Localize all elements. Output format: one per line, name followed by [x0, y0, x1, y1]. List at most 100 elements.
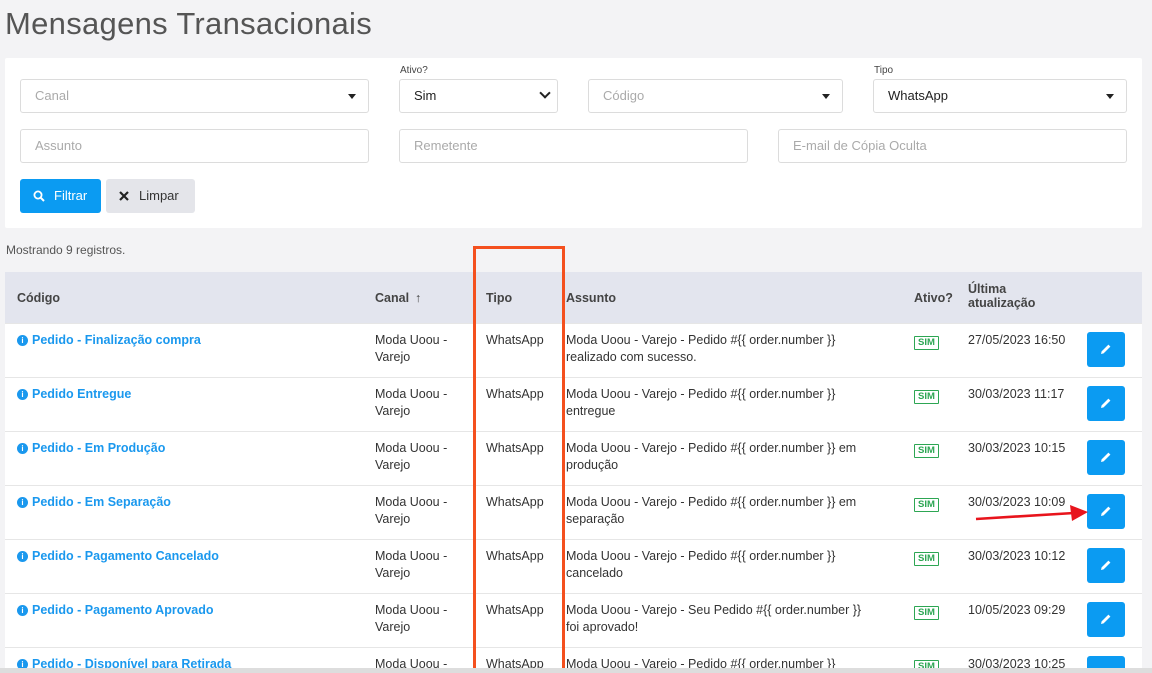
tipo-cell: WhatsApp — [486, 333, 544, 347]
codigo-link[interactable]: Pedido - Pagamento Cancelado — [32, 549, 219, 563]
caret-down-icon — [348, 94, 356, 99]
header-atualizacao[interactable]: Última atualização — [968, 282, 1035, 310]
edit-button[interactable] — [1087, 494, 1125, 529]
assunto-input[interactable]: Assunto — [20, 129, 369, 163]
table-row: i Pedido - Pagamento Aprovado Moda Uoou - V… — [5, 593, 1142, 647]
tipo-value: WhatsApp — [888, 88, 948, 103]
codigo-cell[interactable]: i Pedido - Finalização compra — [17, 332, 201, 349]
tipo-cell: WhatsApp — [486, 495, 544, 509]
codigo-cell[interactable]: i Pedido - Pagamento Cancelado — [17, 548, 219, 565]
clear-button[interactable]: Limpar — [106, 179, 195, 213]
assunto-line2: separação — [566, 512, 625, 526]
edit-button[interactable] — [1087, 332, 1125, 367]
header-codigo[interactable]: Código — [17, 291, 60, 305]
table-row: i Pedido - Pagamento Cancelado Moda Uoou -… — [5, 539, 1142, 593]
codigo-cell[interactable]: i Pedido - Em Separação — [17, 494, 171, 511]
canal-cell: Moda Uoou - Varejo — [375, 332, 447, 366]
assunto-line2: foi aprovado! — [566, 620, 639, 634]
search-icon — [33, 190, 45, 202]
edit-button[interactable] — [1087, 602, 1125, 637]
table-header: Código Canal ↑ Tipo Assunto Ativo? Última… — [5, 272, 1142, 323]
canal-cell: Moda Uoou - Varejo — [375, 440, 447, 474]
codigo-link[interactable]: Pedido - Pagamento Aprovado — [32, 603, 214, 617]
assunto-line1: Moda Uoou - Varejo - Pedido #{{ order.nu… — [566, 441, 857, 455]
pencil-icon — [1101, 560, 1111, 570]
canal-select[interactable]: Canal — [20, 79, 369, 113]
ativo-select[interactable]: Sim — [399, 79, 558, 113]
bcc-placeholder: E-mail de Cópia Oculta — [793, 138, 927, 153]
canal-line1: Moda Uoou - — [375, 495, 448, 509]
table-row: i Pedido - Finalização compra Moda Uoou - V… — [5, 323, 1142, 377]
canal-cell: Moda Uoou - Varejo — [375, 386, 447, 420]
codigo-link[interactable]: Pedido - Finalização compra — [32, 333, 201, 347]
canal-line1: Moda Uoou - — [375, 441, 448, 455]
header-canal[interactable]: Canal ↑ — [375, 291, 421, 305]
header-assunto[interactable]: Assunto — [566, 291, 616, 305]
chevron-down-icon — [539, 87, 551, 99]
canal-line2: Varejo — [375, 620, 411, 634]
info-icon[interactable]: i — [17, 551, 28, 562]
tipo-cell: WhatsApp — [486, 603, 544, 617]
filter-button[interactable]: Filtrar — [20, 179, 101, 213]
codigo-cell[interactable]: i Pedido Entregue — [17, 386, 131, 403]
edit-button[interactable] — [1087, 386, 1125, 421]
header-atualizacao-line1: Última — [968, 282, 1007, 296]
tipo-label: Tipo — [874, 65, 894, 76]
header-tipo[interactable]: Tipo — [486, 291, 512, 305]
edit-button[interactable] — [1087, 440, 1125, 475]
assunto-cell: Moda Uoou - Varejo - Pedido #{{ order.nu… — [566, 386, 835, 420]
header-ativo[interactable]: Ativo? — [914, 291, 953, 305]
atualizacao-cell: 10/05/2023 09:29 — [968, 603, 1066, 617]
page-title: Mensagens Transacionais — [5, 6, 373, 41]
assunto-line2: cancelado — [566, 566, 623, 580]
assunto-cell: Moda Uoou - Varejo - Pedido #{{ order.nu… — [566, 440, 856, 474]
status-badge: SIM — [914, 390, 939, 404]
atualizacao-cell: 30/03/2023 10:09 — [968, 495, 1066, 509]
assunto-line2: realizado com sucesso. — [566, 350, 697, 364]
info-icon[interactable]: i — [17, 497, 28, 508]
messages-table: Código Canal ↑ Tipo Assunto Ativo? Última… — [5, 272, 1142, 673]
codigo-link[interactable]: Pedido Entregue — [32, 387, 131, 401]
codigo-cell[interactable]: i Pedido - Pagamento Aprovado — [17, 602, 214, 619]
ativo-value: Sim — [414, 88, 437, 103]
assunto-line2: entregue — [566, 404, 616, 418]
assunto-cell: Moda Uoou - Varejo - Seu Pedido #{{ orde… — [566, 602, 861, 636]
assunto-line1: Moda Uoou - Varejo - Pedido #{{ order.nu… — [566, 387, 836, 401]
remetente-input[interactable]: Remetente — [399, 129, 748, 163]
assunto-cell: Moda Uoou - Varejo - Pedido #{{ order.nu… — [566, 548, 835, 582]
info-icon[interactable]: i — [17, 389, 28, 400]
clear-button-label: Limpar — [139, 188, 179, 203]
close-icon — [119, 191, 129, 201]
canal-line1: Moda Uoou - — [375, 387, 448, 401]
header-canal-label: Canal — [375, 291, 410, 305]
info-icon[interactable]: i — [17, 335, 28, 346]
atualizacao-cell: 30/03/2023 10:12 — [968, 549, 1066, 563]
canal-line2: Varejo — [375, 350, 411, 364]
tipo-select[interactable]: WhatsApp — [873, 79, 1127, 113]
atualizacao-cell: 27/05/2023 16:50 — [968, 333, 1066, 347]
assunto-line2: produção — [566, 458, 619, 472]
tipo-cell: WhatsApp — [486, 549, 544, 563]
table-row: i Pedido - Em Produção Moda Uoou - Varejo Wh… — [5, 431, 1142, 485]
edit-button[interactable] — [1087, 548, 1125, 583]
canal-line2: Varejo — [375, 512, 411, 526]
codigo-select[interactable]: Código — [588, 79, 843, 113]
info-icon[interactable]: i — [17, 443, 28, 454]
assunto-cell: Moda Uoou - Varejo - Pedido #{{ order.nu… — [566, 494, 856, 528]
horizontal-scrollbar[interactable] — [0, 668, 1152, 673]
canal-cell: Moda Uoou - Varejo — [375, 548, 447, 582]
tipo-cell: WhatsApp — [486, 441, 544, 455]
status-badge: SIM — [914, 444, 939, 458]
pencil-icon — [1101, 344, 1111, 354]
sort-ascending-icon: ↑ — [415, 291, 422, 305]
info-icon[interactable]: i — [17, 605, 28, 616]
status-badge: SIM — [914, 606, 939, 620]
codigo-link[interactable]: Pedido - Em Separação — [32, 495, 171, 509]
filter-button-label: Filtrar — [54, 188, 88, 203]
status-badge: SIM — [914, 498, 939, 512]
codigo-link[interactable]: Pedido - Em Produção — [32, 441, 165, 455]
codigo-cell[interactable]: i Pedido - Em Produção — [17, 440, 165, 457]
status-badge: SIM — [914, 552, 939, 566]
bcc-email-input[interactable]: E-mail de Cópia Oculta — [778, 129, 1127, 163]
canal-cell: Moda Uoou - Varejo — [375, 494, 447, 528]
